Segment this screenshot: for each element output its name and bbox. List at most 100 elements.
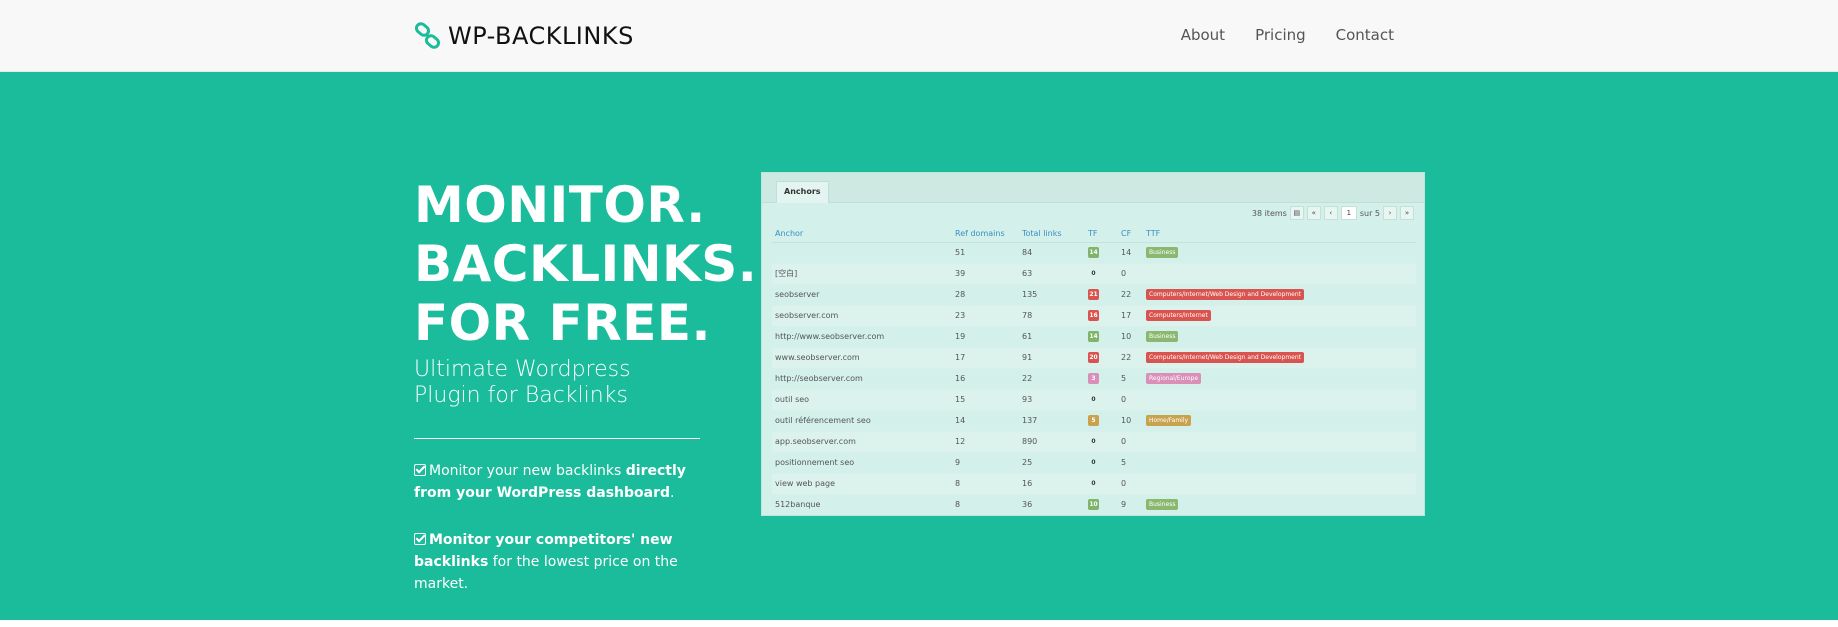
tf-cell: 10 — [1085, 494, 1118, 515]
anchor-cell — [772, 242, 952, 264]
pagination: 38 items ▤ « ‹ 1 sur 5 › » — [1252, 206, 1414, 220]
tf-badge: 5 — [1088, 415, 1099, 426]
tab-anchors: Anchors — [776, 181, 829, 203]
ref-domains-cell: 12 — [952, 431, 1019, 453]
hero-subheadline: Ultimate Wordpress Plugin for Backlinks — [414, 357, 714, 409]
table-row: app.seobserver.com 12 890 0 0 — [772, 431, 1416, 453]
ttf-cell: Regional/Europe — [1143, 368, 1416, 390]
cf-cell: 22 — [1118, 347, 1143, 369]
nav-contact[interactable]: Contact — [1336, 26, 1394, 44]
cf-cell: 17 — [1118, 305, 1143, 327]
tf-badge: 0 — [1091, 480, 1096, 487]
total-links-cell: 84 — [1019, 242, 1085, 264]
brand-link[interactable]: WP-BACKLINKS — [414, 18, 634, 54]
anchor-cell: outil seo — [772, 389, 952, 411]
anchor-cell: http://seobserver.com — [772, 368, 952, 390]
total-links-cell: 91 — [1019, 347, 1085, 369]
tf-cell: 20 — [1085, 347, 1118, 369]
total-links-cell: 137 — [1019, 410, 1085, 432]
feature-1-after: . — [670, 485, 675, 501]
cf-cell: 10 — [1118, 326, 1143, 348]
cf-cell: 0 — [1118, 389, 1143, 411]
main-nav: About Pricing Contact — [1181, 26, 1394, 44]
total-links-cell: 890 — [1019, 431, 1085, 453]
last-page-button: » — [1400, 206, 1414, 220]
ref-domains-cell: 28 — [952, 284, 1019, 306]
anchor-cell: view web page — [772, 473, 952, 495]
col-ref-domains: Ref domains — [952, 225, 1019, 243]
items-count: 38 items — [1251, 208, 1287, 218]
anchor-cell: seobserver.com — [772, 305, 952, 327]
tf-badge: 21 — [1088, 289, 1099, 300]
cf-cell: 0 — [1118, 431, 1143, 453]
table-row: http://www.seobserver.com 19 61 14 10 Busines… — [772, 326, 1416, 348]
tf-badge: 10 — [1088, 499, 1099, 510]
anchor-cell: outil référencement seo — [772, 410, 952, 432]
subheadline-line-2: Plugin for Backlinks — [414, 383, 628, 408]
table-body: 51 84 14 14 Business [空白] 39 63 0 0 seobserver 28 13… — [772, 242, 1416, 515]
ttf-cell: Home/Family — [1143, 410, 1416, 432]
cf-cell: 9 — [1118, 494, 1143, 515]
cf-cell: 14 — [1118, 242, 1143, 264]
subheadline-line-1: Ultimate Wordpress — [414, 357, 631, 382]
tf-cell: 14 — [1085, 326, 1118, 348]
anchor-cell: [空白] — [772, 263, 952, 285]
total-links-cell: 61 — [1019, 326, 1085, 348]
nav-about[interactable]: About — [1181, 26, 1225, 44]
check-square-icon — [414, 464, 426, 476]
col-anchor: Anchor — [772, 225, 952, 243]
tf-cell: 0 — [1085, 263, 1118, 285]
ref-domains-cell: 14 — [952, 410, 1019, 432]
tf-badge: 0 — [1091, 270, 1096, 277]
table-header-row: Anchor Ref domains Total links TF CF TTF — [772, 225, 1416, 243]
table-row: positionnement seo 9 25 0 5 — [772, 452, 1416, 474]
table-row: view web page 8 16 0 0 — [772, 473, 1416, 495]
total-links-cell: 16 — [1019, 473, 1085, 495]
total-links-cell: 93 — [1019, 389, 1085, 411]
anchor-cell: www.seobserver.com — [772, 347, 952, 369]
ttf-label: Business — [1146, 247, 1179, 258]
table-row: www.seobserver.com 17 91 20 22 Computers/Inte… — [772, 347, 1416, 369]
hero-headline: MONITOR. BACKLINKS. FOR FREE. — [414, 176, 757, 353]
total-links-cell: 78 — [1019, 305, 1085, 327]
table-row: http://seobserver.com 16 22 3 5 Regional/Euro… — [772, 368, 1416, 390]
ttf-label: Regional/Europe — [1146, 373, 1202, 384]
anchors-table: Anchor Ref domains Total links TF CF TTF… — [772, 225, 1416, 515]
tf-cell: 16 — [1085, 305, 1118, 327]
cf-cell: 22 — [1118, 284, 1143, 306]
table-row: 51 84 14 14 Business — [772, 242, 1416, 264]
app-screenshot: Anchors 38 items ▤ « ‹ 1 sur 5 › » Ancho… — [761, 172, 1425, 516]
tf-cell: 14 — [1085, 242, 1118, 264]
tf-badge: 20 — [1088, 352, 1099, 363]
total-links-cell: 135 — [1019, 284, 1085, 306]
ttf-cell — [1143, 452, 1416, 474]
ttf-cell: Business — [1143, 326, 1416, 348]
ttf-cell: Computers/Internet — [1143, 305, 1416, 327]
table-row: outil seo 15 93 0 0 — [772, 389, 1416, 411]
ref-domains-cell: 19 — [952, 326, 1019, 348]
tf-badge: 0 — [1091, 396, 1096, 403]
page-number: 1 — [1340, 206, 1357, 220]
tf-cell: 0 — [1085, 389, 1118, 411]
page-of-label: sur 5 — [1359, 208, 1380, 218]
ttf-label: Computers/Internet/Web Design and Develo… — [1146, 289, 1305, 300]
ref-domains-cell: 17 — [952, 347, 1019, 369]
table-row: 512banque 8 36 10 9 Business — [772, 494, 1416, 515]
ref-domains-cell: 15 — [952, 389, 1019, 411]
cf-cell: 0 — [1118, 473, 1143, 495]
nav-pricing[interactable]: Pricing — [1255, 26, 1306, 44]
chain-link-icon — [414, 22, 441, 49]
tf-cell: 5 — [1085, 410, 1118, 432]
tf-badge: 14 — [1088, 331, 1099, 342]
ttf-label: Business — [1146, 331, 1179, 342]
ref-domains-cell: 23 — [952, 305, 1019, 327]
tf-badge: 3 — [1088, 373, 1099, 384]
tf-cell: 0 — [1085, 452, 1118, 474]
tf-badge: 16 — [1088, 310, 1099, 321]
headline-line-3: FOR FREE. — [414, 294, 712, 352]
col-tf: TF — [1085, 225, 1118, 243]
col-cf: CF — [1118, 225, 1143, 243]
brand-name: WP-BACKLINKS — [448, 22, 634, 50]
feature-1-text: Monitor your new backlinks — [429, 463, 626, 479]
ttf-cell — [1143, 263, 1416, 285]
